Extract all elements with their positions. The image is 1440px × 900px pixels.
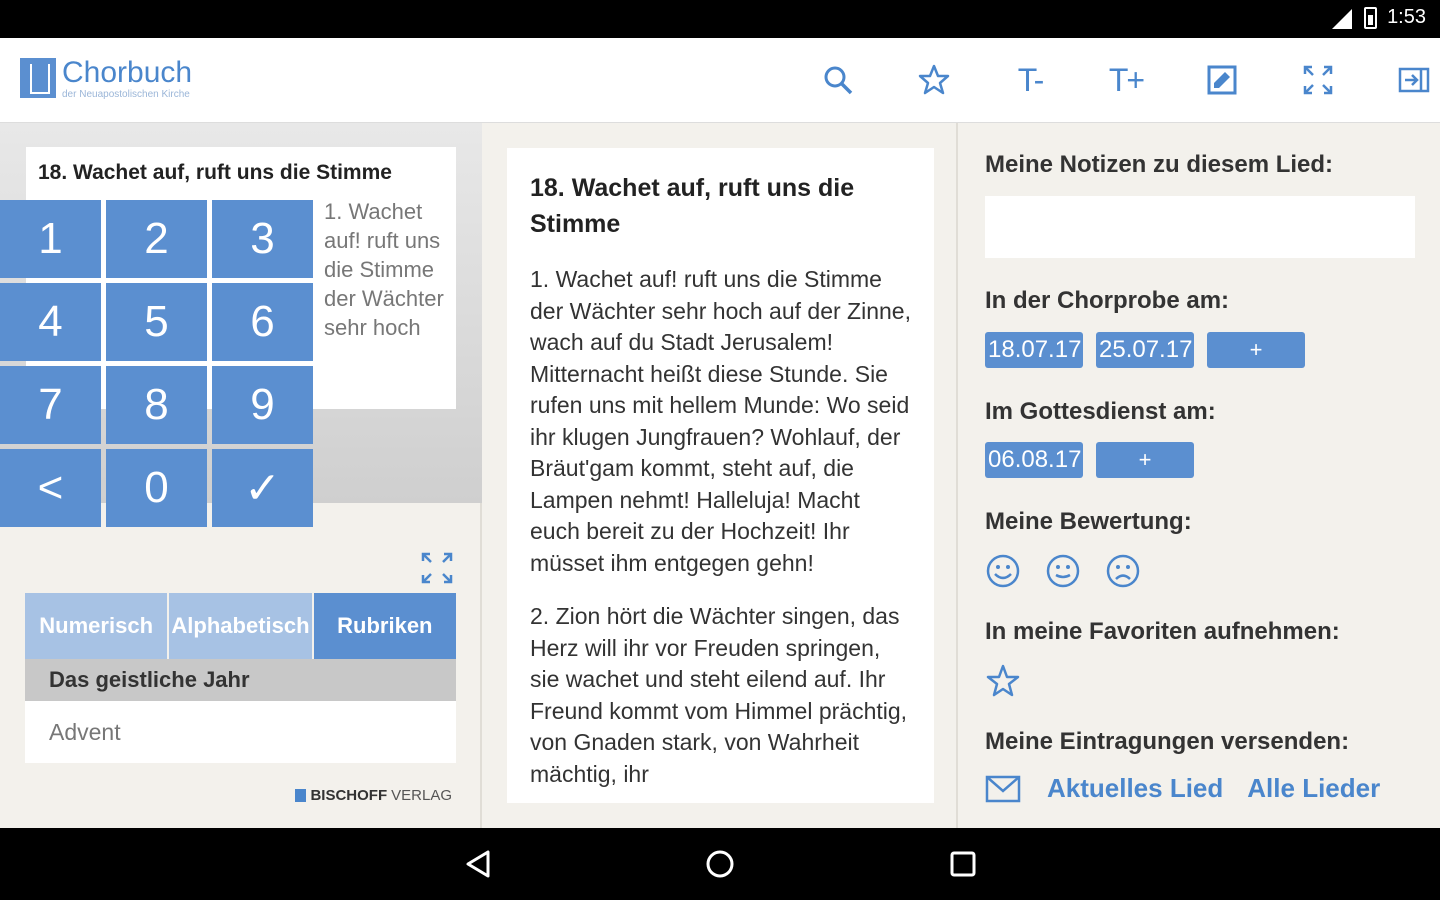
fullscreen-icon [1303,65,1333,95]
song-text-panel: 18. Wachet auf, ruft uns die Stimme 1. W… [484,123,958,828]
send-row: Aktuelles Lied Alle Lieder [985,773,1404,804]
key-6[interactable]: 6 [212,283,313,361]
key-0[interactable]: 0 [106,449,207,527]
category-header: Das geistliche Jahr [25,659,456,701]
publisher-name: BISCHOFF [310,787,388,804]
verse-1: 1. Wachet auf! ruft uns die Stimme der W… [530,266,911,576]
signal-icon [1330,7,1354,29]
key-confirm[interactable]: ✓ [212,449,313,527]
notes-label: Meine Notizen zu diesem Lied: [985,151,1334,178]
preview-text: 1. Wachet auf! ruft uns die Stimme der W… [324,199,444,340]
notes-panel: Meine Notizen zu diesem Lied: In der Cho… [960,123,1440,828]
verse-2: 2. Zion hört die Wächter singen, das Her… [530,603,908,787]
service-date-chip[interactable]: 06.08.17 [985,442,1083,478]
rehearsal-date-chip[interactable]: 18.07.17 [985,332,1083,368]
toggle-panel-button[interactable] [1366,60,1440,100]
key-1[interactable]: 1 [0,200,101,278]
recents-icon[interactable] [943,846,983,882]
tab-rubriken[interactable]: Rubriken [313,593,456,659]
add-service-date-button[interactable]: + [1096,442,1194,478]
app-logo: Chorbuch der Neuapostolischen Kirche [20,58,192,100]
panel-collapse-icon [1398,67,1430,93]
key-backspace[interactable]: < [0,449,101,527]
rehearsal-label: In der Chorprobe am: [985,287,1230,314]
service-label: Im Gottesdienst am: [985,398,1216,425]
sheet-music-button[interactable] [1174,60,1270,100]
key-8[interactable]: 8 [106,366,207,444]
key-9[interactable]: 9 [212,366,313,444]
home-icon[interactable] [700,846,740,882]
toolbar: T- T+ [790,60,1440,100]
category-item[interactable]: Advent [25,701,456,763]
search-button[interactable] [790,60,886,100]
neutral-face-icon[interactable] [1045,553,1081,589]
publisher-mark-icon [295,789,307,802]
star-icon [918,64,950,95]
publisher-suffix: VERLAG [391,787,452,804]
favorite-button[interactable] [886,60,982,100]
preview-title: 18. Wachet auf, ruft uns die Stimme [38,161,392,184]
publisher-logo: BISCHOFF VERLAG [295,787,452,804]
fullscreen-button[interactable] [1270,60,1366,100]
key-5[interactable]: 5 [106,283,207,361]
font-smaller-label: T- [1017,61,1044,98]
send-current-song-link[interactable]: Aktuelles Lied [1047,773,1223,804]
song-title: 18. Wachet auf, ruft uns die Stimme [530,174,855,238]
back-icon[interactable] [460,846,500,882]
font-larger-label: T+ [1108,61,1145,98]
app-subtitle: der Neuapostolischen Kirche [62,89,190,100]
rating-group [985,553,1141,589]
expand-icon[interactable] [420,551,454,585]
key-4[interactable]: 4 [0,283,101,361]
tab-alphabetisch[interactable]: Alphabetisch [169,593,312,659]
search-icon [824,66,853,95]
status-bar: 1:53 [0,0,1440,38]
key-7[interactable]: 7 [0,366,101,444]
edit-image-icon [1207,65,1237,95]
tab-numerisch[interactable]: Numerisch [25,593,168,659]
logo-icon [20,58,56,98]
font-smaller-button[interactable]: T- [982,60,1078,100]
notes-input[interactable] [985,196,1415,258]
sad-face-icon[interactable] [1105,553,1141,589]
key-3[interactable]: 3 [212,200,313,278]
star-icon[interactable] [985,663,1021,699]
mail-icon[interactable] [985,774,1021,804]
clock: 1:53 [1387,6,1426,28]
song-text-card[interactable]: 18. Wachet auf, ruft uns die Stimme 1. W… [507,148,934,803]
send-all-songs-link[interactable]: Alle Lieder [1247,773,1380,804]
battery-icon [1364,6,1378,29]
system-nav-bar [0,828,1440,900]
add-rehearsal-date-button[interactable]: + [1207,332,1305,368]
send-label: Meine Eintragungen versenden: [985,728,1350,755]
happy-face-icon[interactable] [985,553,1021,589]
font-larger-button[interactable]: T+ [1078,60,1174,100]
key-2[interactable]: 2 [106,200,207,278]
song-selector-panel: 18. Wachet auf, ruft uns die Stimme 1. W… [0,123,482,828]
number-keypad: 1 2 3 4 5 6 7 8 9 < 0 ✓ [0,200,313,527]
app-title: Chorbuch [62,56,193,89]
app-bar: Chorbuch der Neuapostolischen Kirche T- … [0,38,1440,123]
index-tabs: Numerisch Alphabetisch Rubriken [25,593,456,659]
favorites-label: In meine Favoriten aufnehmen: [985,618,1340,645]
rehearsal-date-chip[interactable]: 25.07.17 [1096,332,1194,368]
rating-label: Meine Bewertung: [985,508,1192,535]
